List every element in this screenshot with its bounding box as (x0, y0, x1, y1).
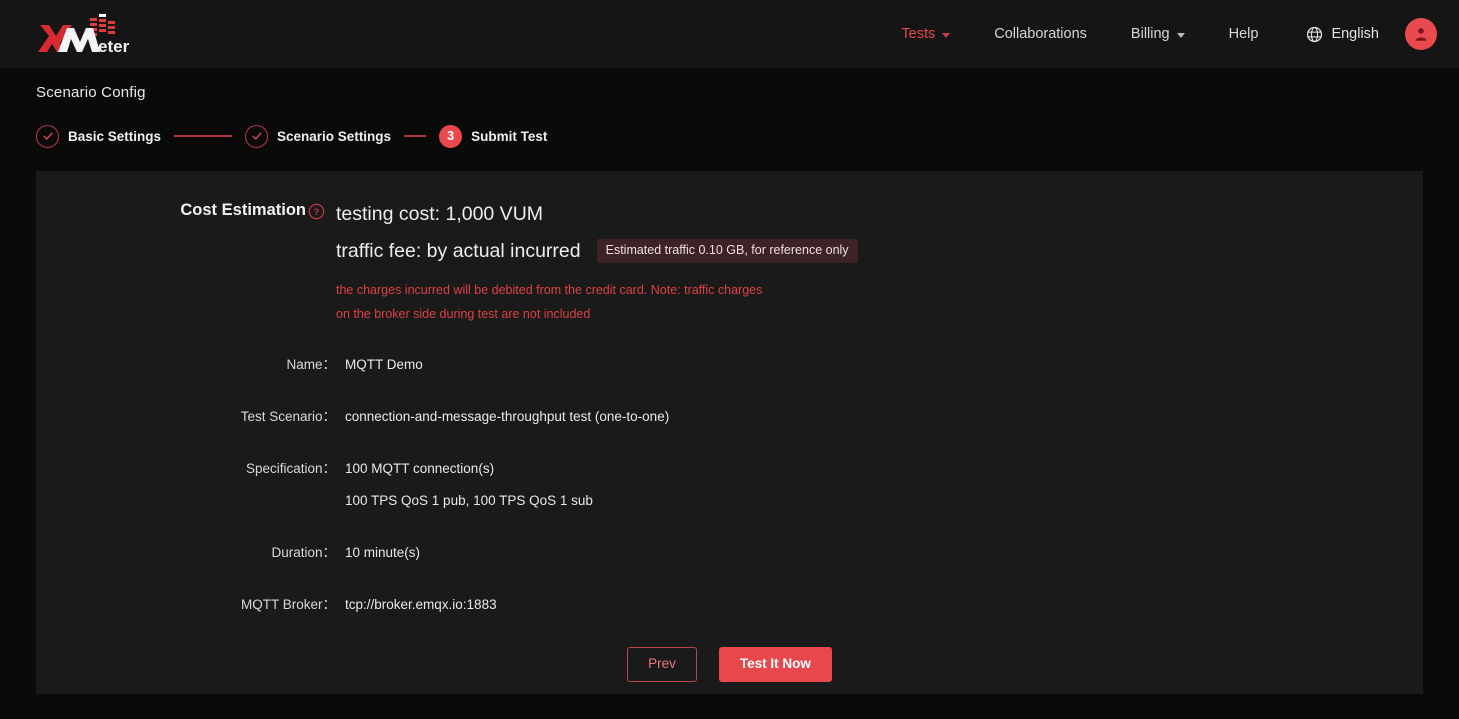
row-test-scenario-label: Test Scenario： (240, 409, 336, 424)
nav-item-help-label: Help (1228, 26, 1259, 42)
wizard-stepper: Basic Settings Scenario Settings 3 Submi… (36, 122, 1459, 150)
globe-icon (1307, 26, 1323, 42)
cost-estimation-body: testing cost: 1,000 VUM traffic fee: by … (325, 197, 858, 326)
row-specification-value-secondary: 100 TPS QoS 1 pub, 100 TPS QoS 1 sub (345, 493, 593, 508)
cost-note-line-1: the charges incurred will be debited fro… (336, 283, 763, 297)
step-connector (404, 135, 427, 137)
svg-text:eter: eter (98, 37, 130, 56)
svg-text:?: ? (314, 207, 320, 218)
cost-estimation-label-group: Cost Estimation ? (36, 197, 325, 220)
traffic-fee-line: traffic fee: by actual incurred (336, 240, 581, 262)
row-specification: Specification： 100 MQTT connection(s) 10… (36, 458, 1423, 511)
check-icon (251, 132, 262, 140)
test-it-now-button[interactable]: Test It Now (718, 647, 832, 682)
estimated-traffic-badge: Estimated traffic 0.10 GB, for reference… (596, 239, 858, 263)
row-test-scenario-value: connection-and-message-throughput test (… (345, 409, 670, 424)
nav-item-collaborations-label: Collaborations (994, 26, 1087, 42)
step-scenario-settings[interactable]: Scenario Settings (245, 124, 392, 148)
user-icon (1415, 28, 1427, 41)
step-basic-settings-circle (36, 124, 59, 148)
nav-item-billing-label: Billing (1130, 26, 1170, 42)
card-actions: Prev Test It Now (36, 647, 1423, 682)
prev-button[interactable]: Prev (627, 647, 697, 682)
row-name: Name： MQTT Demo (36, 354, 1423, 375)
chevron-down-icon (1176, 32, 1185, 38)
cost-note-line-2: on the broker side during test are not i… (336, 307, 591, 321)
row-test-scenario: Test Scenario： connection-and-message-th… (36, 406, 1423, 427)
row-specification-value-primary: 100 MQTT connection(s) (345, 461, 495, 476)
step-basic-settings[interactable]: Basic Settings (36, 124, 162, 148)
nav-item-tests[interactable]: Tests (879, 18, 972, 50)
traffic-fee-row: traffic fee: by actual incurred Estimate… (336, 234, 858, 268)
main-nav: Tests Collaborations Billing Help Englis… (879, 18, 1437, 50)
testing-cost-line: testing cost: 1,000 VUM (336, 203, 544, 225)
step-submit-test-label: Submit Test (471, 128, 548, 144)
row-duration: Duration： 10 minute(s) (36, 542, 1423, 563)
row-duration-label: Duration： (271, 545, 336, 560)
step-basic-settings-label: Basic Settings (68, 128, 162, 144)
top-header: eter Tests Collaborations Billing Help E… (0, 0, 1459, 68)
submit-test-card: Cost Estimation ? testing cost: 1,000 VU… (36, 171, 1423, 694)
step-connector (174, 135, 233, 137)
nav-item-billing[interactable]: Billing (1109, 18, 1207, 50)
row-mqtt-broker-label: MQTT Broker： (240, 597, 336, 612)
check-icon (42, 132, 53, 140)
step-scenario-settings-circle (245, 124, 269, 148)
page-title: Scenario Config (36, 84, 146, 101)
page-body: Scenario Config Basic Settings Scenario … (0, 68, 1459, 694)
header-right-group: English (1306, 18, 1437, 50)
test-summary-rows: Name： MQTT Demo Test Scenario： connectio… (36, 354, 1423, 615)
nav-item-collaborations[interactable]: Collaborations (972, 18, 1109, 50)
language-label: English (1331, 26, 1379, 42)
row-duration-value: 10 minute(s) (345, 545, 421, 560)
xmeter-logo[interactable]: eter (36, 12, 136, 56)
nav-item-tests-label: Tests (901, 26, 936, 42)
step-submit-test-circle: 3 (439, 124, 463, 148)
row-name-label: Name： (286, 357, 336, 372)
row-specification-label: Specification： (245, 461, 336, 476)
avatar[interactable] (1405, 18, 1437, 50)
question-circle-glyph: ? (308, 203, 325, 220)
cost-note: the charges incurred will be debited fro… (336, 278, 856, 326)
step-scenario-settings-label: Scenario Settings (277, 128, 392, 144)
question-circle-icon[interactable]: ? (308, 203, 325, 220)
language-selector[interactable]: English (1306, 26, 1379, 43)
cost-estimation-label: Cost Estimation (180, 201, 306, 219)
nav-item-help[interactable]: Help (1207, 18, 1281, 50)
xmeter-logo-icon: eter (38, 14, 130, 56)
row-mqtt-broker: MQTT Broker： tcp://broker.emqx.io:1883 (36, 594, 1423, 615)
row-specification-value: 100 MQTT connection(s) 100 TPS QoS 1 pub… (336, 458, 593, 511)
row-name-value: MQTT Demo (345, 357, 423, 372)
chevron-down-icon (942, 32, 951, 38)
step-submit-test[interactable]: 3 Submit Test (439, 124, 548, 148)
row-mqtt-broker-value: tcp://broker.emqx.io:1883 (345, 597, 497, 612)
cost-estimation-block: Cost Estimation ? testing cost: 1,000 VU… (36, 171, 1423, 326)
